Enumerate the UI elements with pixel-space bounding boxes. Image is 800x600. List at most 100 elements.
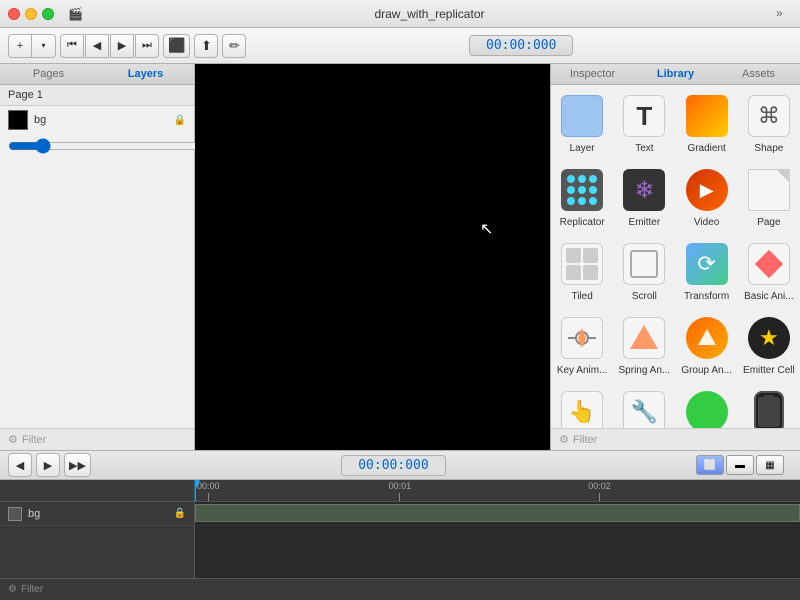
- timeline-layer-name: bg: [28, 508, 168, 520]
- replicator-label: Replicator: [560, 217, 605, 228]
- circle-icon: [683, 388, 731, 428]
- lib-item-circle[interactable]: circle: [676, 381, 738, 428]
- timeline-layer-thumb: [8, 507, 22, 521]
- gradient-label: Gradient: [687, 143, 725, 154]
- transport-bar: ◀ ▶ ▶▶ 00:00:000 ⬜ ▬ ▦: [0, 450, 800, 480]
- view-btn-3[interactable]: ▦: [756, 455, 784, 475]
- add-button[interactable]: +: [8, 34, 32, 58]
- tab-assets[interactable]: Assets: [717, 64, 800, 84]
- timeline-track-row[interactable]: [195, 502, 800, 526]
- rewind-button[interactable]: ⏮: [60, 34, 84, 58]
- share-button[interactable]: ⬆: [194, 34, 218, 58]
- keyanim-label: Key Anim...: [557, 365, 608, 376]
- view-btn-2[interactable]: ▬: [726, 455, 754, 475]
- transport-buttons: ⏮ ◀ ▶ ⏭: [60, 34, 159, 58]
- scroll-label: Scroll: [632, 291, 657, 302]
- main-area: Pages Layers Page 1 bg 🔒 ⚙ Filter ↖ Insp…: [0, 64, 800, 450]
- library-filter-bar: ⚙ Filter: [551, 428, 800, 450]
- page-label: Page 1: [0, 85, 194, 106]
- library-grid: Layer T Text Gradient ⌘ Shape: [551, 85, 800, 428]
- timeline-header: 00:00 00:01 00:02: [0, 480, 800, 502]
- view-buttons: ⬜ ▬ ▦: [696, 455, 784, 475]
- tab-layers[interactable]: Layers: [97, 64, 194, 84]
- monitor-button[interactable]: ⬛: [163, 34, 190, 58]
- lib-item-page[interactable]: Page: [738, 159, 800, 233]
- timeline-playhead[interactable]: [195, 480, 196, 501]
- text-icon: T: [620, 92, 668, 140]
- lib-item-scroll[interactable]: Scroll: [613, 233, 675, 307]
- fast-forward-button[interactable]: ⏭: [135, 34, 159, 58]
- zoom-slider[interactable]: [8, 138, 202, 154]
- transport-play[interactable]: ▶: [36, 453, 60, 477]
- shape-label: Shape: [754, 143, 783, 154]
- lib-item-replicator[interactable]: Replicator: [551, 159, 613, 233]
- layer-name: bg: [34, 114, 168, 126]
- lib-item-groupani[interactable]: Group An...: [676, 307, 738, 381]
- basicani-label: Basic Ani...: [744, 291, 793, 302]
- filter-bar: ⚙ Filter: [0, 428, 194, 450]
- lib-item-shape[interactable]: ⌘ Shape: [738, 85, 800, 159]
- video-icon: ▶: [683, 166, 731, 214]
- lib-item-action[interactable]: 👆 Action: [551, 381, 613, 428]
- gradient-icon: [683, 92, 731, 140]
- lib-item-iphonex[interactable]: iPhoneX: [738, 381, 800, 428]
- lib-item-emitter[interactable]: ❄ Emitter: [613, 159, 675, 233]
- lock-icon: 🔒: [174, 115, 186, 126]
- lib-item-springani[interactable]: Spring An...: [613, 307, 675, 381]
- timecode-display: 00:00:000: [469, 35, 573, 56]
- timeline-ruler[interactable]: 00:00 00:01 00:02: [195, 480, 800, 501]
- play-button[interactable]: ▶: [110, 34, 134, 58]
- layer-icon: [558, 92, 606, 140]
- filter-icon: ⚙: [8, 433, 18, 446]
- ruler-mark-0: 00:00: [197, 480, 220, 501]
- traffic-lights: [8, 8, 54, 20]
- layer-item[interactable]: bg 🔒: [0, 106, 194, 134]
- tiled-icon: [558, 240, 606, 288]
- timeline-layer-row[interactable]: bg 🔒: [0, 502, 194, 526]
- ruler-mark-2: 00:02: [588, 480, 611, 501]
- timeline-filter-bar: ⚙ Filter: [0, 578, 800, 600]
- tab-library[interactable]: Library: [634, 64, 717, 84]
- page-icon: [745, 166, 793, 214]
- lib-item-basicani[interactable]: Basic Ani...: [738, 233, 800, 307]
- timeline-filter-label: Filter: [21, 584, 43, 595]
- transport-ff[interactable]: ▶▶: [64, 453, 91, 477]
- titlebar: 🎬 draw_with_replicator »: [0, 0, 800, 28]
- ruler-mark-1: 00:01: [389, 480, 412, 501]
- maximize-button[interactable]: [42, 8, 54, 20]
- transport-rewind[interactable]: ◀: [8, 453, 32, 477]
- tab-pages[interactable]: Pages: [0, 64, 97, 84]
- lib-item-tiled[interactable]: Tiled: [551, 233, 613, 307]
- lib-item-script[interactable]: 🔧 Script: [613, 381, 675, 428]
- lib-item-gradient[interactable]: Gradient: [676, 85, 738, 159]
- springani-icon: [620, 314, 668, 362]
- timeline-tracks[interactable]: [195, 502, 800, 578]
- video-label: Video: [694, 217, 719, 228]
- lib-item-keyanim[interactable]: Key Anim...: [551, 307, 613, 381]
- timeline-filter-icon: ⚙: [8, 584, 17, 595]
- emitter-label: Emitter: [629, 217, 661, 228]
- view-btn-1[interactable]: ⬜: [696, 455, 724, 475]
- transform-label: Transform: [684, 291, 729, 302]
- tiled-label: Tiled: [571, 291, 592, 302]
- layer-thumbnail: [8, 110, 28, 130]
- play-rev-button[interactable]: ◀: [85, 34, 109, 58]
- lib-item-text[interactable]: T Text: [613, 85, 675, 159]
- lib-item-transform[interactable]: ⟳ Transform: [676, 233, 738, 307]
- info-button[interactable]: ✏: [222, 34, 246, 58]
- timeline-clip[interactable]: [195, 504, 800, 522]
- left-panel-tabs: Pages Layers: [0, 64, 194, 85]
- canvas-area[interactable]: ↖: [195, 64, 550, 450]
- expand-button[interactable]: »: [776, 6, 792, 22]
- right-panel-tabs: Inspector Library Assets: [551, 64, 800, 85]
- basicani-icon: [745, 240, 793, 288]
- close-button[interactable]: [8, 8, 20, 20]
- springani-label: Spring An...: [619, 365, 671, 376]
- lib-item-video[interactable]: ▶ Video: [676, 159, 738, 233]
- add-dropdown-button[interactable]: ▾: [32, 34, 56, 58]
- lib-item-emittercell[interactable]: ★ Emitter Cell: [738, 307, 800, 381]
- minimize-button[interactable]: [25, 8, 37, 20]
- lib-item-layer[interactable]: Layer: [551, 85, 613, 159]
- tab-inspector[interactable]: Inspector: [551, 64, 634, 84]
- filter-icon: ⚙: [559, 433, 569, 446]
